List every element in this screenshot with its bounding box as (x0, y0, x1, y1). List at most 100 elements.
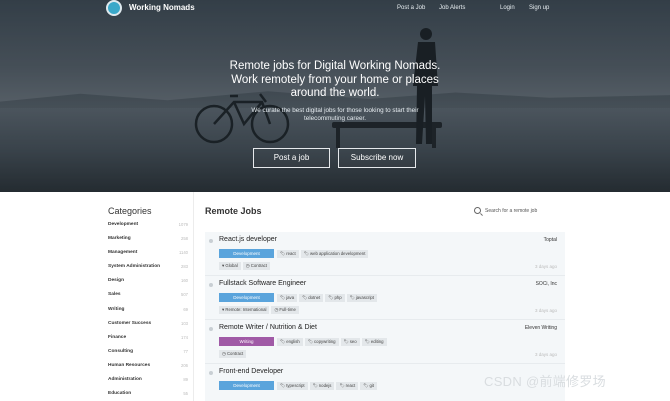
category-badge[interactable]: Writing (219, 337, 274, 346)
hero-headline: Remote jobs for Digital Working Nomads. … (185, 60, 485, 101)
category-item[interactable]: Marketing 258 (108, 236, 188, 250)
post-job-button[interactable]: Post a job (253, 148, 330, 168)
category-count: 507 (181, 292, 188, 298)
skill-tag[interactable]: 🏷︎ editing (361, 337, 387, 346)
page-title: Remote Jobs (205, 206, 262, 216)
category-item[interactable]: Human Resources 206 (108, 363, 188, 377)
skill-tag[interactable]: 🏷︎ english (277, 337, 303, 346)
subscribe-button[interactable]: Subscribe now (338, 148, 416, 168)
contract-tag: ◷ Full-time (271, 306, 299, 314)
category-count: 103 (181, 320, 188, 326)
hero-subtitle-line: We curate the best digital jobs for thos… (251, 107, 419, 114)
category-item[interactable]: Administration 89 (108, 377, 188, 391)
search-icon[interactable] (474, 207, 481, 214)
contract-tag: ◷ Contract (242, 262, 270, 270)
category-item[interactable]: Sales 507 (108, 292, 188, 306)
category-label: Design (108, 278, 124, 284)
skill-tag-label: web application development (309, 250, 366, 256)
category-item[interactable]: Design 160 (108, 278, 188, 292)
category-item[interactable]: Management 1140 (108, 250, 188, 264)
meta-label: Full-time (279, 307, 296, 312)
skill-tag[interactable]: 🏷︎ react (336, 381, 359, 390)
job-tags: Development 🏷︎ typescript 🏷︎ nodejs 🏷︎ reac… (219, 381, 379, 390)
categories-list: Development 1079 Marketing 258 Management 114… (108, 222, 188, 401)
meta-label: Contract (250, 263, 267, 268)
job-meta: ◷ Contract (219, 350, 248, 358)
category-label: Education (108, 391, 132, 397)
category-label: Marketing (108, 236, 131, 242)
signup-link[interactable]: Sign up (529, 5, 549, 11)
skill-tag[interactable]: 🏷︎ javascript (346, 293, 377, 302)
location-tag: ▾ Global (219, 262, 241, 270)
skill-tag-label: editing (370, 338, 384, 344)
job-title[interactable]: React.js developer (219, 236, 277, 243)
skill-tag-label: dotnet (308, 294, 321, 300)
job-title[interactable]: Fullstack Software Engineer (219, 280, 306, 287)
posted-age: 3 days ago (534, 352, 557, 357)
skill-tag[interactable]: 🏷︎ git (360, 381, 377, 390)
category-label: Consulting (108, 348, 134, 354)
category-label: Administration (108, 377, 142, 383)
job-bullet-icon (209, 239, 213, 243)
job-row[interactable]: React.js developer Toptal Development 🏷︎ re… (205, 232, 565, 276)
job-row[interactable]: Remote Writer / Nutrition & Diet Eleven W… (205, 320, 565, 364)
category-item[interactable]: Education 55 (108, 391, 188, 401)
category-count: 206 (181, 362, 188, 368)
job-row[interactable]: Fullstack Software Engineer SOCi, Inc Deve… (205, 276, 565, 320)
category-count: 69 (183, 306, 188, 312)
job-title[interactable]: Remote Writer / Nutrition & Diet (219, 324, 317, 331)
category-count: 258 (181, 236, 188, 242)
skill-tag-label: java (286, 294, 295, 300)
top-nav: Working Nomads Post a Job Job Alerts Log… (0, 0, 670, 18)
category-label: System Administration (108, 264, 161, 270)
category-badge[interactable]: Development (219, 381, 274, 390)
category-label: Sales (108, 292, 121, 298)
job-alerts-link[interactable]: Job Alerts (439, 5, 465, 11)
category-item[interactable]: Consulting 77 (108, 349, 188, 363)
category-item[interactable]: Development 1079 (108, 222, 188, 236)
brand-name[interactable]: Working Nomads (129, 3, 195, 12)
company-name[interactable]: SOCi, Inc (536, 281, 557, 287)
category-item[interactable]: Writing 69 (108, 307, 188, 321)
category-label: Human Resources (108, 362, 151, 368)
category-count: 77 (183, 348, 188, 354)
job-meta: ▾ Global ◷ Contract (219, 262, 272, 270)
category-badge[interactable]: Development (219, 249, 274, 258)
skill-tag[interactable]: 🏷︎ typescript (277, 381, 308, 390)
posted-age: 3 days ago (534, 264, 557, 269)
skill-tag[interactable]: 🏷︎ dotnet (299, 293, 324, 302)
skill-tag[interactable]: 🏷︎ nodejs (309, 381, 335, 390)
job-title[interactable]: Front-end Developer (219, 368, 283, 375)
company-name[interactable]: Eleven Writing (525, 325, 557, 331)
skill-tag[interactable]: 🏷︎ seo (340, 337, 360, 346)
meta-label: Global (225, 263, 238, 268)
category-item[interactable]: System Administration 283 (108, 264, 188, 278)
category-badge[interactable]: Development (219, 293, 274, 302)
search-input[interactable] (485, 206, 575, 215)
skill-tag[interactable]: 🏷︎ react (277, 249, 299, 258)
categories-heading: Categories (108, 206, 152, 216)
skill-tag-label: git (369, 382, 374, 388)
category-label: Writing (108, 306, 125, 312)
company-name[interactable]: Toptal (544, 237, 557, 243)
category-label: Finance (108, 334, 127, 340)
category-count: 1079 (178, 222, 188, 227)
skill-tag[interactable]: 🏷︎ java (277, 293, 298, 302)
category-count: 174 (181, 334, 188, 340)
column-divider (193, 192, 194, 401)
skill-tag-label: nodejs (318, 382, 332, 388)
skill-tag[interactable]: 🏷︎ web application development (300, 249, 369, 258)
search-box[interactable] (474, 206, 575, 216)
category-item[interactable]: Customer Success 103 (108, 321, 188, 335)
login-link[interactable]: Login (500, 5, 515, 11)
skill-tag[interactable]: 🏷︎ copywriting (304, 337, 339, 346)
skill-tag[interactable]: 🏷︎ php (325, 293, 345, 302)
post-job-link[interactable]: Post a Job (397, 5, 425, 11)
job-bullet-icon (209, 371, 213, 375)
category-item[interactable]: Finance 174 (108, 335, 188, 349)
logo-icon[interactable] (106, 0, 122, 16)
skill-tag-label: copywriting (314, 338, 336, 344)
skill-tag-label: react (345, 382, 356, 388)
location-tag: ◷ Contract (219, 350, 247, 358)
meta-label: Remote: International (225, 307, 267, 312)
